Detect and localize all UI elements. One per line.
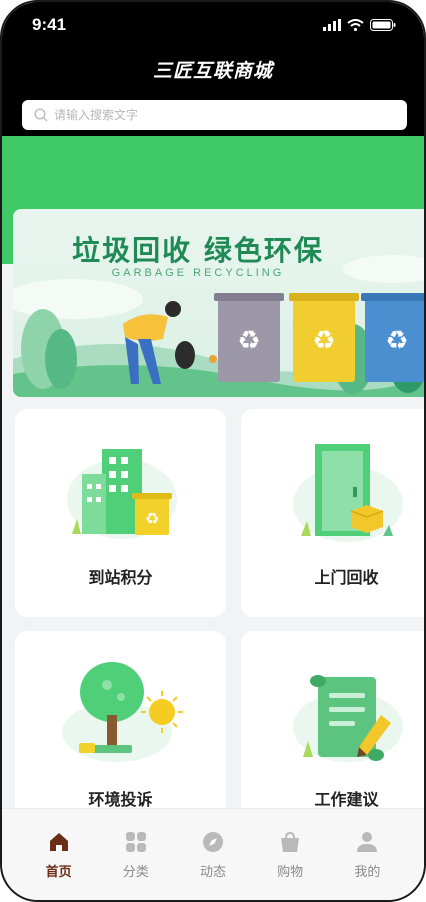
tree-sun-icon [62,662,183,762]
tab-label: 分类 [122,865,149,880]
card-label: 上门回收 [314,568,379,587]
status-time: 9:41 [32,15,67,34]
compass-icon [202,832,223,852]
bottom-tab-bar: 首页 分类 动态 购物 我的 [2,808,424,900]
door-box-icon [293,444,403,542]
tab-home[interactable]: 首页 [29,831,89,900]
recycling-banner[interactable]: ♻ ♻ ♻ 垃圾回收 绿色环保 GARBAGE RECYCLING [13,209,424,397]
status-icons [323,19,396,31]
tab-label: 首页 [45,865,72,880]
building-bin-icon: ♻ [67,449,177,539]
svg-text:♻: ♻ [237,326,260,356]
card-label: 环境投诉 [88,790,153,809]
home-icon [49,833,68,851]
search-icon [34,108,48,122]
battery-icon [370,19,396,31]
grid-icon [125,832,146,852]
search-input[interactable] [54,108,374,122]
banner-title: 垃圾回收 绿色环保 [72,234,324,267]
svg-text:♻: ♻ [312,326,335,356]
scroll-pencil-icon [293,675,403,762]
page-title: 三匠互联商城 [152,60,273,82]
user-icon [357,832,378,852]
tab-feed[interactable]: 动态 [183,831,243,900]
banner-subtitle: GARBAGE RECYCLING [111,267,285,279]
tab-category[interactable]: 分类 [106,831,166,900]
tab-label: 购物 [277,865,304,880]
phone-frame: 9:41 三匠互联商城 请输入搜索文字 ♻ ♻ ♻ 垃圾回收 绿色环保 GARB… [0,0,426,902]
card-door-recycling[interactable]: 上门回收 [241,409,424,617]
signal-icon [323,19,341,31]
tab-profile[interactable]: 我的 [337,831,397,900]
tab-label: 动态 [199,865,226,880]
tab-shopping[interactable]: 购物 [260,831,320,900]
svg-text:♻: ♻ [385,326,408,356]
wifi-icon [347,19,364,31]
tab-label: 我的 [354,865,381,880]
status-bar: 9:41 [2,2,424,48]
card-station-points[interactable]: ♻ 到站积分 [15,409,226,617]
shopping-bag-icon [281,831,300,852]
card-label: 工作建议 [314,790,379,809]
app-header: 三匠互联商城 [2,48,424,136]
card-label: 到站积分 [88,568,153,587]
svg-text:♻: ♻ [145,509,159,528]
search-bar[interactable] [22,100,407,130]
